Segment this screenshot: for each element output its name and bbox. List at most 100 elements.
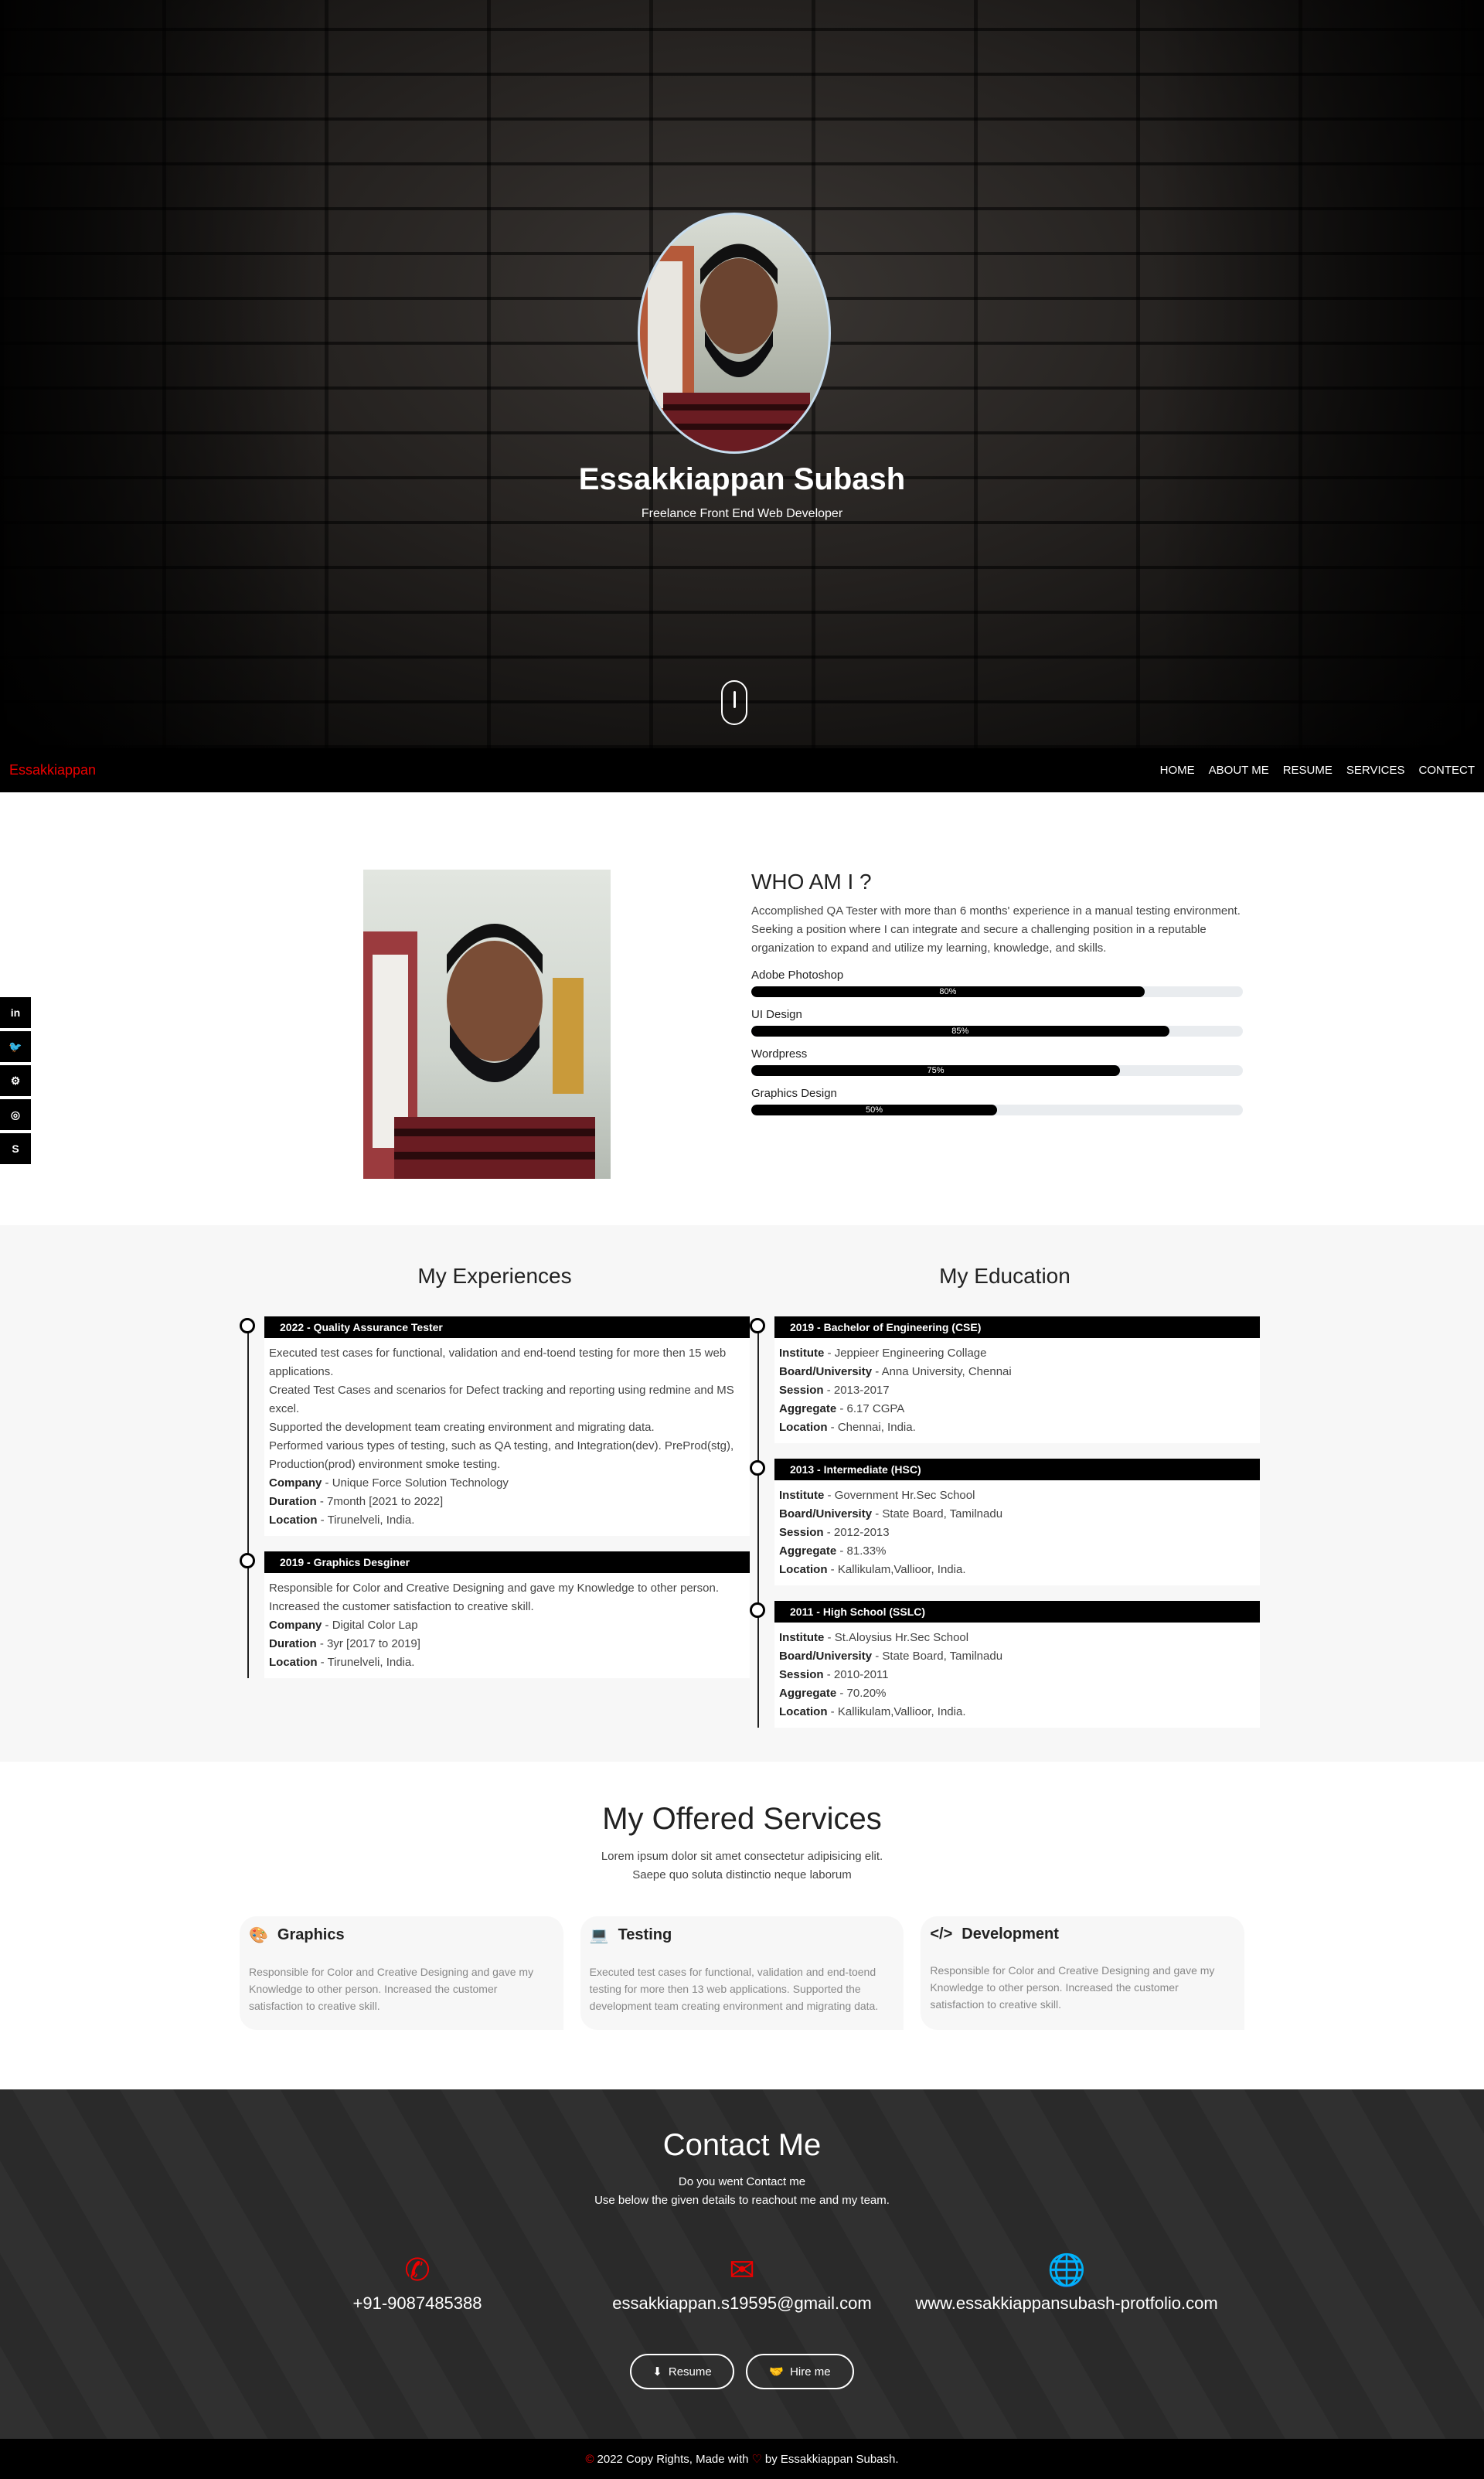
timeline-dot [750,1460,765,1476]
resume-button-label: Resume [668,2365,712,2379]
company-value: Digital Color Lap [332,1619,418,1632]
experience-item: 2022 - Quality Assurance Tester Executed… [240,1316,750,1536]
education-item: 2011 - High School (SSLC) Institute - St… [750,1601,1260,1728]
location-value: Tirunelveli, India. [327,1514,415,1527]
location-value: Kallikulam,Vallioor, India. [837,1563,966,1576]
contact-website[interactable]: 🌐 www.essakkiappansubash-protfolio.com [897,2252,1237,2314]
hero-subtitle: Freelance Front End Web Developer [641,507,843,520]
hero-name: Essakkiappan Subash [578,462,906,496]
board-label: Board/University [779,1650,873,1663]
education-timeline: 2019 - Bachelor of Engineering (CSE) Ins… [750,1316,1260,1728]
service-text: Executed test cases for functional, vali… [589,1966,879,2012]
duration-value: 7month [2021 to 2022] [327,1495,444,1508]
location-value: Chennai, India. [837,1421,916,1434]
experience-desc-line: Created Test Cases and scenarios for Def… [269,1384,734,1415]
experience-desc-line: Performed various types of testing, such… [269,1439,734,1471]
education-title: 2011 - High School (SSLC) [774,1601,1260,1623]
timeline-dot [240,1553,255,1568]
aggregate-label: Aggregate [779,1544,837,1558]
experience-heading: My Experiences [417,1264,572,1288]
experience-desc-line: Responsible for Color and Creative Desig… [269,1582,720,1595]
nav-link-services[interactable]: SERVICES [1346,764,1405,777]
duration-value: 3yr [2017 to 2019] [327,1637,420,1650]
timeline-dot [750,1602,765,1618]
experience-desc-line: Supported the development team creating … [269,1421,655,1434]
education-column: My Education 2019 - Bachelor of Engineer… [750,1225,1260,1743]
hero-avatar [638,213,831,454]
board-value: State Board, Tamilnadu [882,1507,1003,1520]
nav-link-resume[interactable]: RESUME [1283,764,1333,777]
experience-title: 2022 - Quality Assurance Tester [264,1316,750,1338]
institute-label: Institute [779,1489,825,1502]
code-icon: </> [930,1926,953,1943]
globe-icon: 🌐 [1047,2253,1086,2287]
services-lead: Lorem ipsum dolor sit amet consectetur a… [0,1847,1484,1885]
phone-number[interactable]: +91-9087485388 [247,2293,587,2314]
skill-progress-fill: 80% [751,986,1145,997]
hero-section: Essakkiappan Subash Freelance Front End … [0,0,1484,748]
experience-timeline: 2022 - Quality Assurance Tester Executed… [240,1316,750,1678]
contact-heading: Contact Me [662,2128,822,2162]
skill-progress-track: 85% [751,1026,1243,1037]
skills-list: Adobe Photoshop 80% UI Design 85% Wordpr… [751,969,1243,1115]
institute-label: Institute [779,1631,825,1644]
brand-link[interactable]: Essakkiappan [9,762,96,778]
duration-label: Duration [269,1495,317,1508]
about-section: WHO AM I ? Accomplished QA Tester with m… [0,792,1484,1225]
company-label: Company [269,1619,322,1632]
skill-item: Graphics Design 50% [751,1087,1243,1115]
services-lead-line-2: Saepe quo soluta distinctio neque laboru… [632,1868,852,1881]
contact-email[interactable]: ✉ essakkiappan.s19595@gmail.com [572,2252,912,2314]
aggregate-value: 6.17 CGPA [846,1402,905,1415]
nav-link-contact[interactable]: CONTECT [1419,764,1475,777]
phone-icon: ✆ [404,2253,431,2287]
about-photo [363,870,611,1179]
contact-phone[interactable]: ✆ +91-9087485388 [247,2252,587,2314]
skill-progress-fill: 75% [751,1065,1120,1076]
board-value: State Board, Tamilnadu [882,1650,1003,1663]
timeline-dot [750,1318,765,1333]
nav-link-home[interactable]: HOME [1160,764,1195,777]
institute-value: Jeppieer Engineering Collage [834,1347,987,1360]
contact-subtitle-line-2: Use below the given details to reachout … [594,2194,890,2207]
skill-name: Graphics Design [751,1087,837,1100]
education-item: 2019 - Bachelor of Engineering (CSE) Ins… [750,1316,1260,1443]
service-card-testing: 💻 Testing Executed test cases for functio… [580,1916,904,2030]
education-body: Institute - Government Hr.Sec School Boar… [774,1480,1260,1585]
skill-progress-fill: 85% [751,1026,1169,1037]
about-heading: WHO AM I ? [751,870,872,894]
nav-link-about[interactable]: ABOUT ME [1209,764,1269,777]
company-label: Company [269,1476,322,1490]
hire-me-button[interactable]: 🤝 Hire me [746,2354,854,2389]
scroll-down-icon[interactable] [721,680,747,725]
experience-desc-line: Increased the customer satisfaction to c… [269,1600,534,1613]
resume-button[interactable]: ⬇ Resume [630,2354,734,2389]
skill-progress-track: 80% [751,986,1243,997]
experience-desc-line: Executed test cases for functional, vali… [269,1347,727,1378]
location-value: Tirunelveli, India. [327,1656,415,1669]
experience-title: 2019 - Graphics Desginer [264,1551,750,1573]
contact-subtitle-line-1: Do you went Contact me [678,2175,806,2188]
website-url[interactable]: www.essakkiappansubash-protfolio.com [897,2293,1237,2314]
services-section: My Offered Services Lorem ipsum dolor si… [0,1762,1484,2089]
skill-item: Adobe Photoshop 80% [751,969,1243,997]
email-address[interactable]: essakkiappan.s19595@gmail.com [572,2293,912,2314]
location-label: Location [779,1421,828,1434]
about-text: WHO AM I ? Accomplished QA Tester with m… [751,870,1243,1126]
resume-section: My Experiences 2022 - Quality Assurance … [0,1225,1484,1762]
service-title: Testing [618,1926,672,1943]
footer-text-2: by Essakkiappan Subash. [764,2452,899,2466]
skill-progress-track: 75% [751,1065,1243,1076]
services-heading: My Offered Services [602,1802,882,1836]
board-value: Anna University, Chennai [881,1365,1012,1378]
aggregate-label: Aggregate [779,1402,837,1415]
copyright-icon: © [585,2452,594,2466]
education-body: Institute - Jeppieer Engineering Collage… [774,1338,1260,1443]
about-paragraph: Accomplished QA Tester with more than 6 … [751,904,1241,955]
location-label: Location [779,1705,828,1718]
institute-label: Institute [779,1347,825,1360]
download-icon: ⬇ [652,2365,662,2379]
timeline-dot [240,1318,255,1333]
services-lead-line-1: Lorem ipsum dolor sit amet consectetur a… [601,1850,883,1863]
session-label: Session [779,1668,824,1681]
